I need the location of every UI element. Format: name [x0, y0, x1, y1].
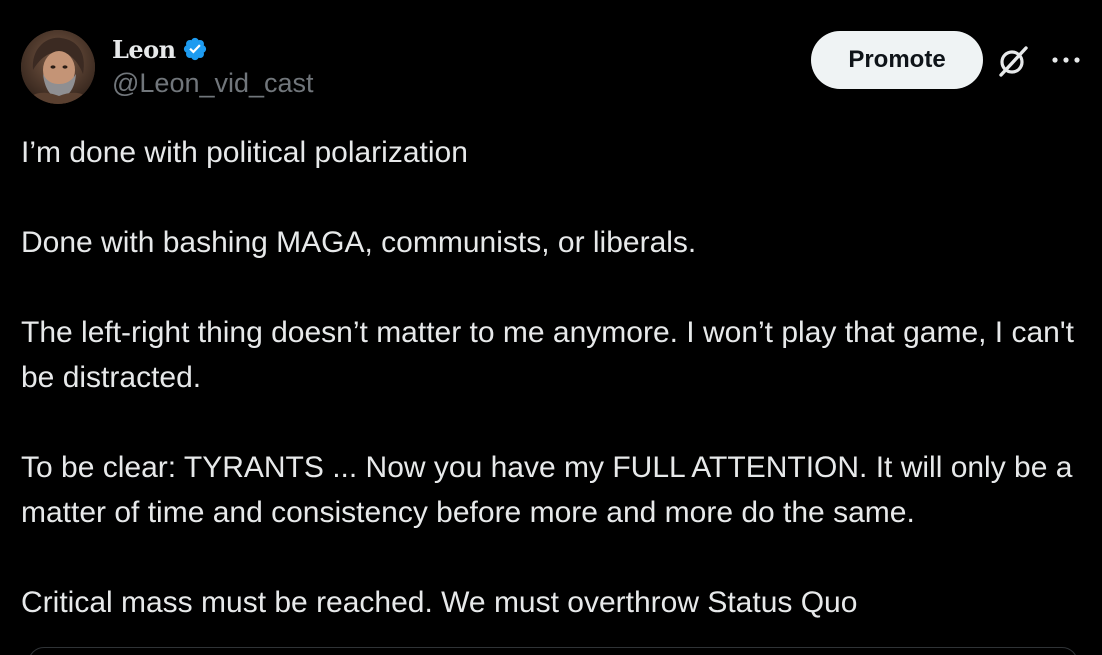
user-handle[interactable]: @Leon_vid_cast [112, 68, 314, 99]
display-name[interactable]: Leon [112, 35, 176, 64]
promote-button[interactable]: Promote [811, 31, 983, 89]
tweet-paragraph: The left-right thing doesn’t matter to m… [21, 316, 1074, 394]
user-name-block: Leon @Leon_vid_cast [112, 32, 314, 99]
verified-badge-icon[interactable] [182, 36, 208, 62]
avatar[interactable] [21, 30, 95, 104]
grok-icon[interactable] [996, 44, 1030, 78]
more-horizontal-icon[interactable] [1050, 50, 1082, 70]
avatar-image [21, 30, 95, 104]
display-name-row: Leon [112, 32, 314, 66]
tweet-paragraph: I’m done with political polarization [21, 136, 468, 169]
tweet-paragraph: Done with bashing MAGA, communists, or l… [21, 226, 697, 259]
tweet-paragraph: To be clear: TYRANTS ... Now you have my… [21, 451, 1073, 529]
embedded-card-edge[interactable] [28, 647, 1078, 655]
tweet-text: I’m done with political polarization Don… [21, 130, 1091, 625]
tweet-header: Leon @Leon_vid_cast Promote [0, 0, 1102, 110]
tweet-paragraph: Critical mass must be reached. We must o… [21, 586, 858, 619]
